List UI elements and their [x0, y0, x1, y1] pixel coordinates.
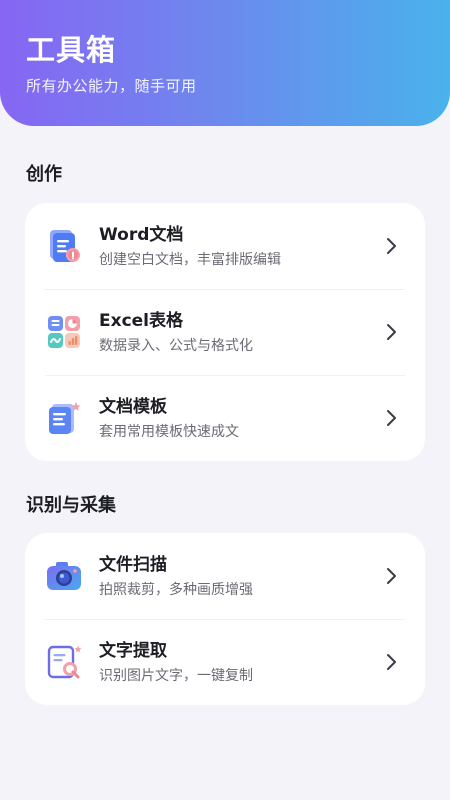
header-banner: 工具箱 所有办公能力，随手可用	[0, 0, 450, 126]
chevron-right-icon	[375, 642, 409, 682]
tool-description: 数据录入、公式与格式化	[99, 337, 253, 354]
tool-title: 文档模板	[99, 396, 167, 417]
chevron-right-icon	[375, 398, 409, 438]
chevron-right-icon	[375, 226, 409, 266]
tool-title: 文件扫描	[99, 554, 167, 575]
camera-scan-icon	[45, 557, 83, 595]
section-title-create: 创作	[26, 164, 62, 185]
word-document-icon	[45, 227, 83, 265]
excel-sheet-icon	[45, 313, 83, 351]
tool-item-word[interactable]: Word文档 创建空白文档，丰富排版编辑	[25, 203, 425, 289]
page-subtitle: 所有办公能力，随手可用	[26, 77, 197, 95]
toolbox-page: 工具箱 所有办公能力，随手可用 创作 Word文档 创建空白文档，丰富排版编辑 …	[0, 0, 450, 800]
text-extract-icon	[45, 643, 83, 681]
tool-title: Word文档	[99, 224, 184, 245]
tool-description: 识别图片文字，一键复制	[99, 667, 253, 684]
tool-item-scan[interactable]: 文件扫描 拍照裁剪，多种画质增强	[25, 533, 425, 619]
card-recognition: 文件扫描 拍照裁剪，多种画质增强 文字提取 识别图片文字，一键复制	[25, 533, 425, 705]
tool-item-excel[interactable]: Excel表格 数据录入、公式与格式化	[25, 289, 425, 375]
page-title: 工具箱	[26, 33, 117, 67]
chevron-right-icon	[375, 312, 409, 352]
tool-description: 套用常用模板快速成文	[99, 423, 239, 440]
document-template-icon	[45, 399, 83, 437]
chevron-right-icon	[375, 556, 409, 596]
tool-title: 文字提取	[99, 640, 167, 661]
tool-item-text-extract[interactable]: 文字提取 识别图片文字，一键复制	[25, 619, 425, 705]
tool-description: 拍照裁剪，多种画质增强	[99, 581, 253, 598]
tool-item-template[interactable]: 文档模板 套用常用模板快速成文	[25, 375, 425, 461]
section-title-recognition: 识别与采集	[26, 495, 116, 516]
card-create: Word文档 创建空白文档，丰富排版编辑 Excel表格 数据录入、公式与格式化…	[25, 203, 425, 461]
tool-description: 创建空白文档，丰富排版编辑	[99, 251, 281, 268]
tool-title: Excel表格	[99, 310, 184, 331]
